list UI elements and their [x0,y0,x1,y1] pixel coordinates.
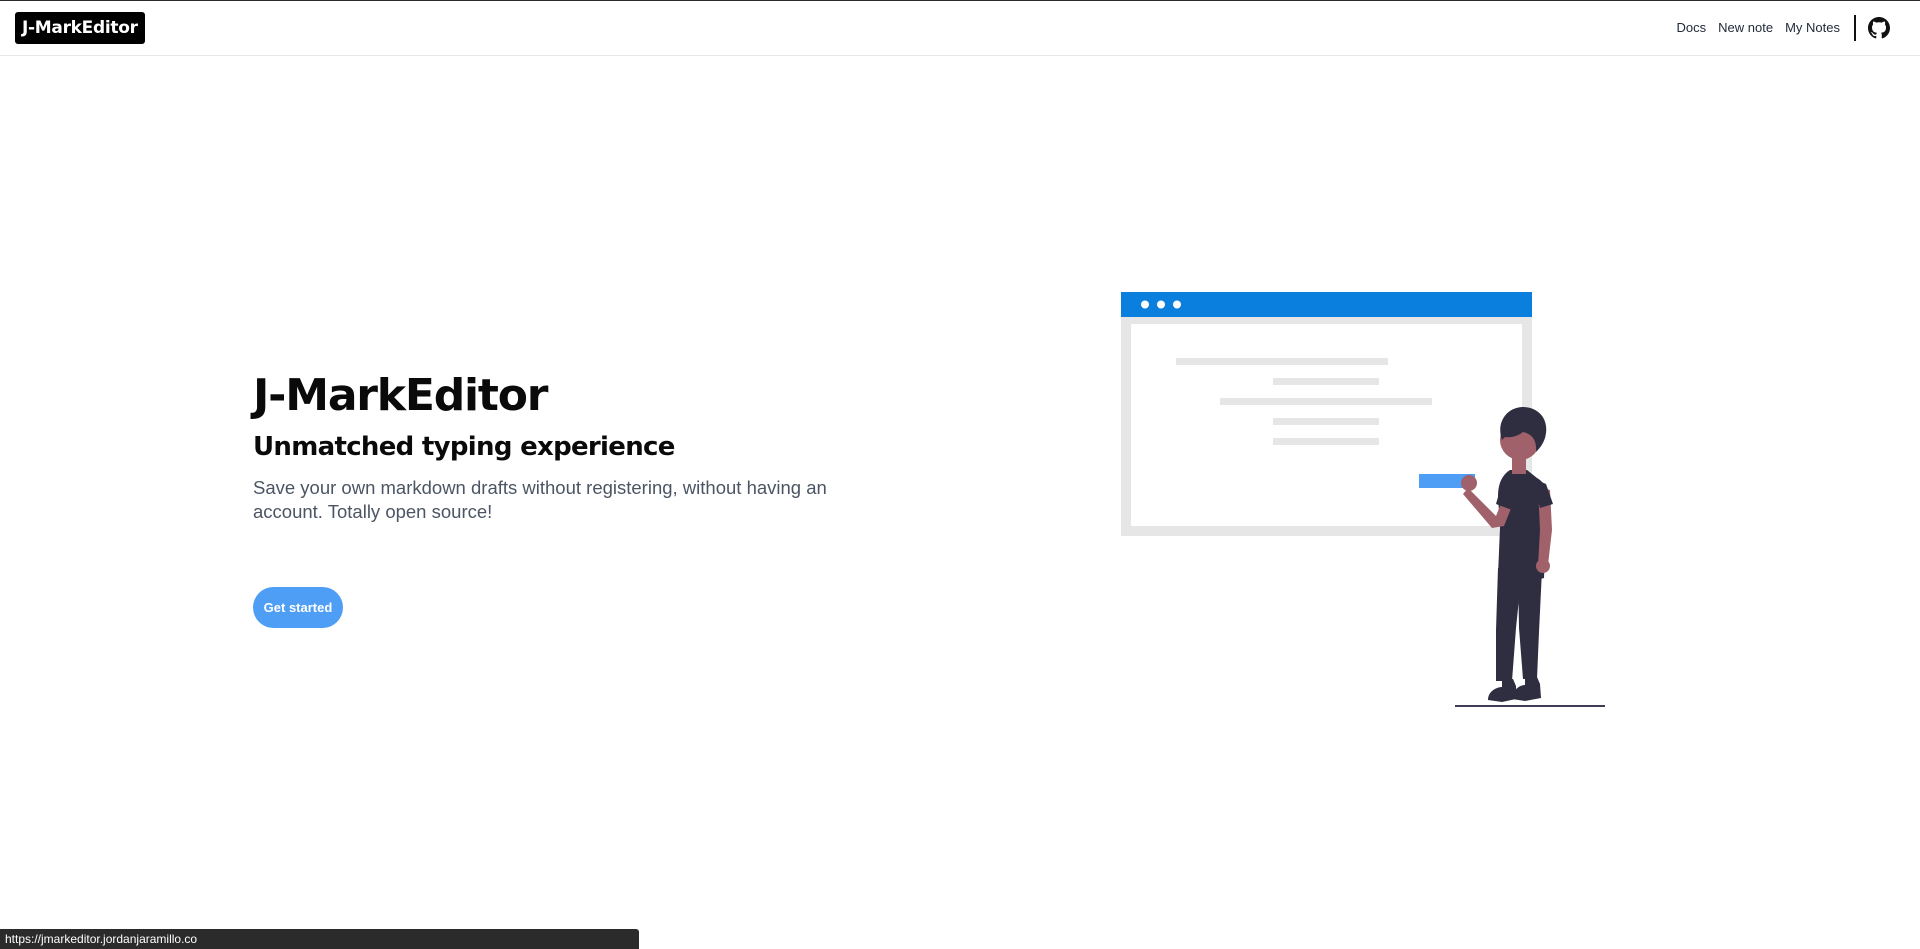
text-line [1273,438,1379,445]
window-dot [1173,300,1181,309]
text-line [1273,418,1379,425]
nav-link-my-notes[interactable]: My Notes [1785,13,1840,43]
github-icon[interactable] [1868,17,1890,39]
window-dot [1141,300,1149,309]
nav-divider [1854,15,1856,41]
window-dot [1157,300,1165,309]
text-line [1273,378,1379,385]
brand-logo[interactable]: J-MarkEditor [15,12,145,44]
hero-section: J-MarkEditor Unmatched typing experience… [253,368,853,524]
person-presenting-window-illustration [1121,292,1605,707]
navbar: J-MarkEditor Docs New note My Notes [0,1,1920,56]
text-line [1176,358,1388,365]
nav-link-new-note[interactable]: New note [1718,13,1773,43]
get-started-button[interactable]: Get started [253,587,343,628]
nav-link-docs[interactable]: Docs [1677,13,1707,43]
text-line [1220,398,1432,405]
status-bar-url: https://jmarkeditor.jordanjaramillo.co [0,929,639,949]
nav-links: Docs New note My Notes [1677,13,1890,43]
ground-line [1455,705,1605,707]
hero-title: J-MarkEditor [253,370,548,421]
hero-subtitle: Unmatched typing experience [253,432,675,462]
hero-description: Save your own markdown drafts without re… [253,477,827,522]
window-titlebar [1121,292,1532,317]
